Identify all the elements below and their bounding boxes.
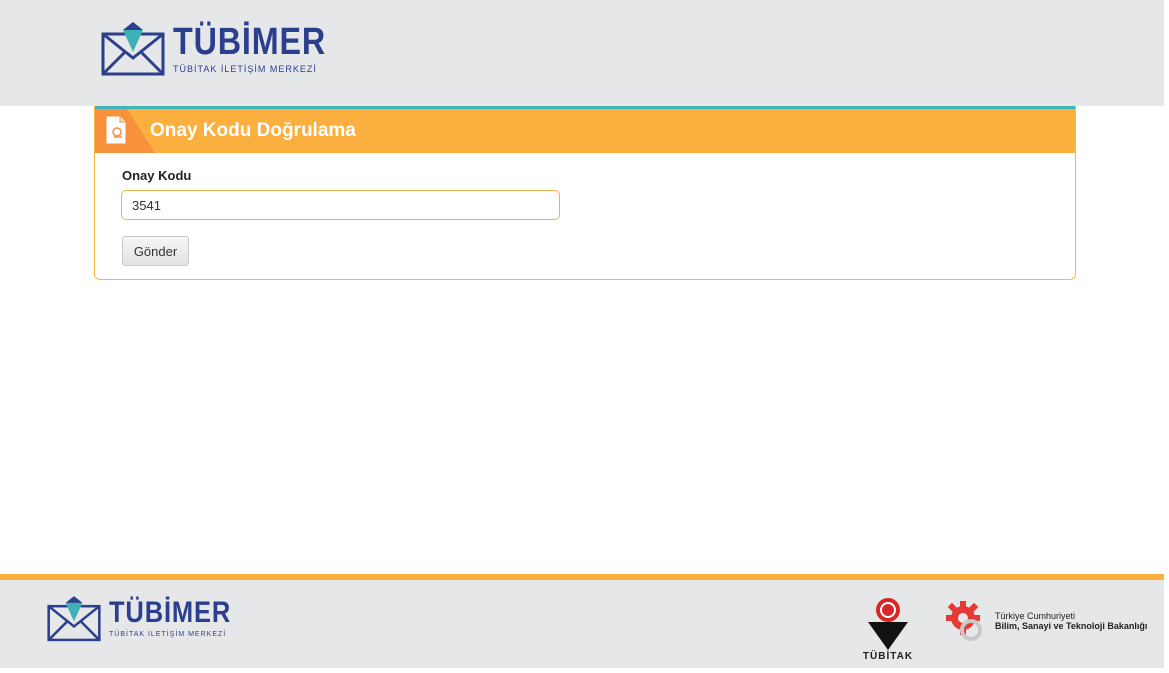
page-edge (1164, 0, 1169, 673)
page: TÜBİMER TÜBİTAK İLETİŞİM MERKEZİ Onay Ko… (0, 0, 1169, 673)
envelope-heart-icon (47, 596, 101, 642)
brand-text: TÜBİMER TÜBİTAK İLETİŞİM MERKEZİ (173, 23, 353, 74)
footer-logo[interactable]: TÜBİMER TÜBİTAK İLETİŞİM MERKEZİ (47, 594, 253, 642)
tubitak-label: TÜBİTAK (862, 651, 914, 662)
gear-logo (946, 601, 982, 641)
envelope-heart-icon (101, 22, 165, 76)
submit-button[interactable]: Gönder (122, 236, 189, 266)
ministry-text: Türkiye Cumhuriyeti Bilim, Sanayi ve Tek… (995, 611, 1147, 632)
ministry-logo[interactable]: Türkiye Cumhuriyeti Bilim, Sanayi ve Tek… (941, 598, 1147, 644)
card-title: Onay Kodu Doğrulama (150, 120, 356, 141)
verification-card: Onay Kodu Doğrulama Onay Kodu Gönder (94, 106, 1076, 280)
document-icon (105, 115, 127, 145)
brand-name: TÜBİMER (173, 20, 327, 63)
ministry-line1: Türkiye Cumhuriyeti (995, 610, 1076, 621)
code-input[interactable] (121, 190, 560, 220)
ministry-line2: Bilim, Sanayi ve Teknoloji Bakanlığı (995, 621, 1148, 631)
footer-brand-subtitle: TÜBİTAK İLETİŞİM MERKEZİ (109, 631, 227, 638)
footer-brand-name: TÜBİMER (109, 596, 232, 629)
site-header: TÜBİMER TÜBİTAK İLETİŞİM MERKEZİ (0, 0, 1164, 106)
site-footer: TÜBİMER TÜBİTAK İLETİŞİM MERKEZİ TÜBİTAK (0, 580, 1164, 668)
code-label: Onay Kodu (122, 168, 192, 183)
brand-subtitle: TÜBİTAK İLETİŞİM MERKEZİ (173, 63, 317, 74)
card-header: Onay Kodu Doğrulama (95, 109, 1075, 153)
header-logo[interactable]: TÜBİMER TÜBİTAK İLETİŞİM MERKEZİ (101, 20, 353, 76)
footer-brand-text: TÜBİMER TÜBİTAK İLETİŞİM MERKEZİ (109, 596, 253, 639)
